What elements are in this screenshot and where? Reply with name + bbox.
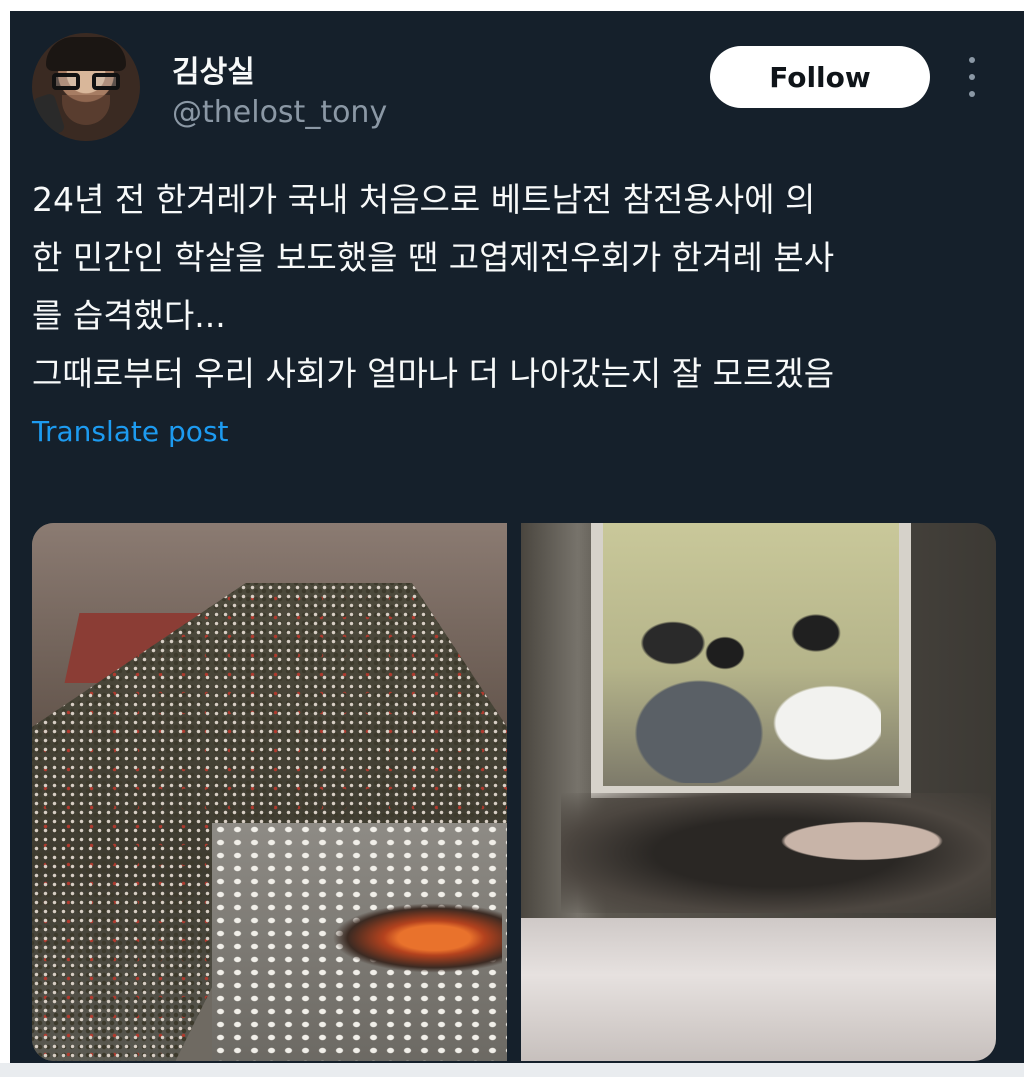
photo-burned-debris [561, 793, 991, 913]
photo-sill [521, 918, 996, 1061]
follow-button[interactable]: Follow [710, 46, 930, 108]
avatar-glasses [52, 73, 120, 91]
post-text-line: 한 민간인 학살을 보도했을 땐 고엽제전우회가 한겨레 본사 [32, 238, 835, 277]
author-handle[interactable]: @thelost_tony [172, 95, 387, 130]
avatar-hair [46, 37, 126, 71]
post-text: 24년 전 한겨레가 국내 처음으로 베트남전 참전용사에 의 한 민간인 학살… [32, 171, 1012, 403]
post-card: 김상실 @thelost_tony Follow 24년 전 한겨레가 국내 처… [10, 11, 1024, 1063]
media-photo-protest-street[interactable] [32, 523, 507, 1061]
author-display-name[interactable]: 김상실 [172, 47, 255, 91]
bottom-divider [0, 1063, 1024, 1077]
media-grid [32, 523, 996, 1061]
avatar[interactable] [32, 33, 140, 141]
post-text-line: 그때로부터 우리 사회가 얼마나 더 나아갔는지 잘 모르겠음 [32, 354, 835, 393]
avatar-phone [32, 92, 66, 138]
photo-fire [332, 903, 502, 973]
more-vertical-icon[interactable] [960, 57, 984, 97]
post-text-line: 를 습격했다... [32, 296, 226, 335]
translate-post-link[interactable]: Translate post [32, 415, 229, 448]
avatar-face [62, 95, 110, 125]
post-text-line: 24년 전 한겨레가 국내 처음으로 베트남전 참전용사에 의 [32, 180, 816, 219]
photo-people [621, 583, 881, 783]
media-photo-burned-office[interactable] [521, 523, 996, 1061]
